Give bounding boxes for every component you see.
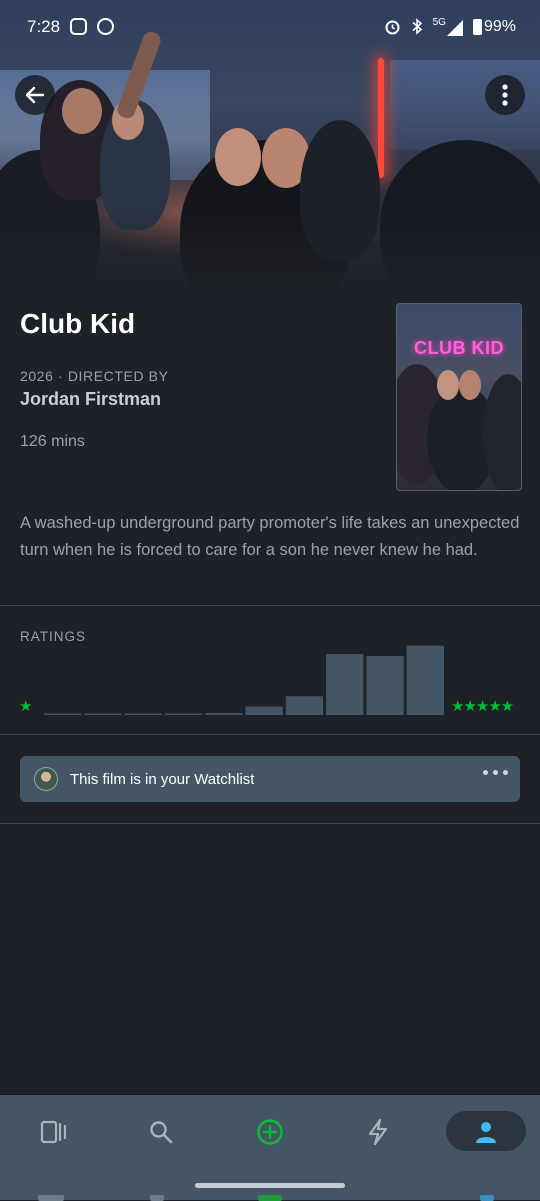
nav-add[interactable] <box>241 1112 299 1152</box>
ratings-low-star: ★ <box>19 698 33 715</box>
rating-bar-6[interactable] <box>245 706 283 715</box>
nav-films[interactable] <box>25 1112 83 1152</box>
rating-bar-9[interactable] <box>366 655 404 715</box>
film-meta: 2026 · DIRECTED BY <box>20 368 169 384</box>
search-icon <box>150 1121 173 1144</box>
films-icon <box>40 1120 67 1144</box>
directed-by-label: DIRECTED BY <box>67 368 169 384</box>
rating-bar-7[interactable] <box>285 696 324 715</box>
divider <box>0 734 540 735</box>
rating-bar-3[interactable] <box>124 713 162 716</box>
ghost-icon-row <box>480 1195 494 1201</box>
avatar <box>34 767 58 791</box>
add-icon <box>257 1119 283 1145</box>
watchlist-text: This film is in your Watchlist <box>70 771 255 788</box>
nav-search[interactable] <box>132 1112 190 1152</box>
meta-separator: · <box>58 368 68 384</box>
instagram-icon <box>70 18 87 35</box>
poster-title: CLUB KID <box>414 338 504 358</box>
film-poster[interactable]: CLUB KID <box>396 303 522 491</box>
activity-icon <box>368 1118 388 1146</box>
alarm-icon <box>385 20 400 35</box>
director-link[interactable]: Jordan Firstman <box>20 389 161 410</box>
status-time: 7:28 <box>27 17 61 36</box>
ratings-high-stars: ★★★★★ <box>451 698 514 715</box>
camera-icon <box>97 18 114 35</box>
film-year[interactable]: 2026 <box>20 368 54 384</box>
nav-activity[interactable] <box>349 1112 407 1152</box>
nav-profile[interactable] <box>457 1112 515 1152</box>
ghost-icon-row <box>150 1195 164 1201</box>
rating-bar-2[interactable] <box>84 713 122 716</box>
film-runtime: 126 mins <box>20 433 85 450</box>
bluetooth-icon <box>412 18 422 35</box>
bottom-nav <box>0 1095 540 1201</box>
divider <box>0 605 540 606</box>
battery-icon <box>472 18 482 35</box>
more-vertical-icon <box>502 84 508 106</box>
more-options-button[interactable] <box>485 75 525 115</box>
status-bar: 7:28 5G 99% <box>0 0 540 56</box>
signal-icon: 5G <box>433 17 463 36</box>
film-synopsis[interactable]: A washed-up underground party promoter's… <box>20 510 520 563</box>
rating-bar-4[interactable] <box>164 713 203 716</box>
watchlist-banner[interactable]: This film is in your Watchlist <box>20 756 520 802</box>
rating-bar-10[interactable] <box>406 645 444 715</box>
arrow-left-icon <box>25 86 45 104</box>
rating-bar-1[interactable] <box>44 713 82 716</box>
ghost-icon-row <box>258 1195 282 1201</box>
home-indicator[interactable] <box>195 1183 345 1188</box>
film-title: Club Kid <box>20 308 136 339</box>
back-button[interactable] <box>15 75 55 115</box>
rating-bar-8[interactable] <box>326 654 364 715</box>
divider <box>0 823 540 824</box>
battery-level: 99% <box>483 17 516 35</box>
profile-icon <box>476 1122 496 1143</box>
rating-bar-5[interactable] <box>205 713 243 715</box>
ghost-icon-row <box>38 1195 64 1201</box>
more-horizontal-icon[interactable] <box>483 770 508 775</box>
ratings-histogram[interactable] <box>44 640 444 715</box>
